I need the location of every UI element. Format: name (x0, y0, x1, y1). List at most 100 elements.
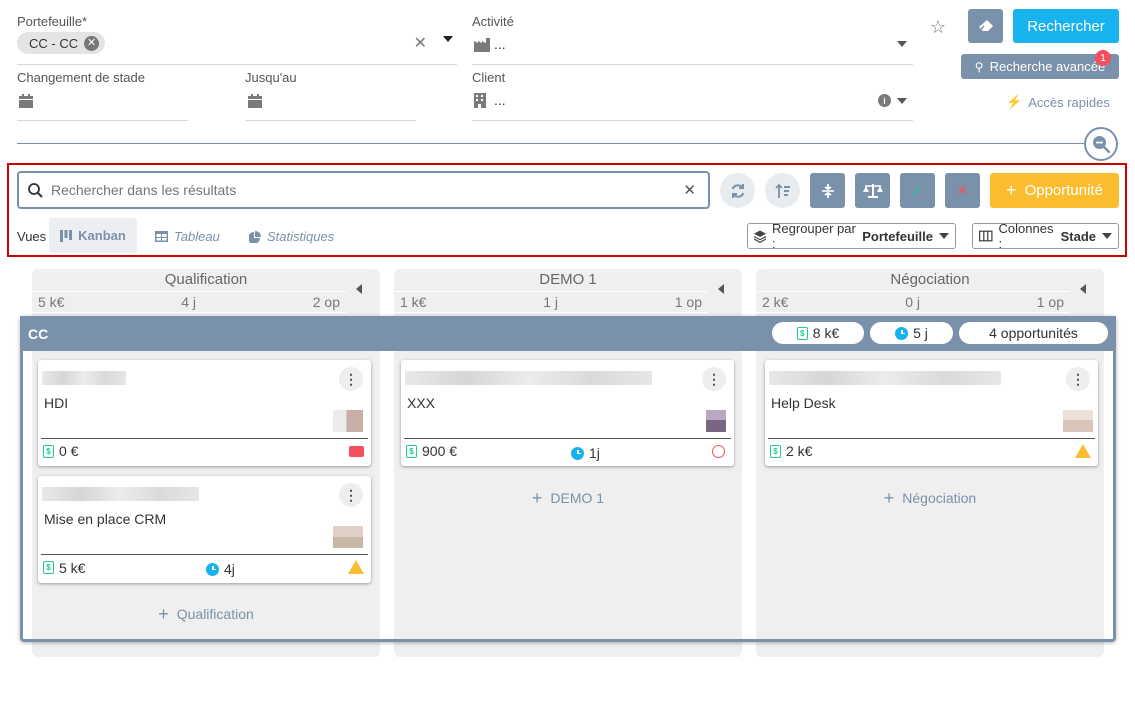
changement-stade-field[interactable] (17, 86, 188, 121)
column-title: Négociation (890, 271, 970, 288)
chip-remove-icon[interactable]: ✕ (84, 35, 100, 51)
balance-button[interactable] (855, 173, 890, 208)
column-amount: 5 k€ (38, 294, 65, 310)
add-card-label: Négociation (902, 490, 977, 506)
advanced-search-label: Recherche avancée (989, 59, 1106, 74)
opportunity-card-xxx[interactable]: ⋮ XXX $ 900 € 1j (401, 360, 734, 466)
column-stats: 1 k€ 1 j 1 op (394, 291, 708, 313)
cross-icon: ✕ (956, 182, 969, 198)
card-days: 4j (224, 561, 235, 577)
view-tab-tableau[interactable]: Tableau (155, 229, 220, 244)
swimlane-days: 5 j (913, 325, 928, 341)
more-options-icon[interactable]: ⋮ (339, 367, 363, 391)
column-days: 1 j (543, 294, 558, 310)
clock-icon (206, 562, 219, 576)
swimlane-header[interactable]: CC $ 8 k€ 5 j 4 opportunités (20, 316, 1116, 351)
plus-icon: + (531, 488, 543, 508)
opportunity-card-help-desk[interactable]: ⋮ Help Desk $ 2 k€ (765, 360, 1098, 466)
columns-icon (979, 230, 993, 242)
collapse-column-icon[interactable] (718, 284, 724, 294)
card-footer: $ 0 € (41, 438, 368, 463)
client-value: ... (494, 92, 506, 108)
add-card-qualification[interactable]: + Qualification (32, 605, 380, 623)
client-caret-icon[interactable] (897, 98, 907, 104)
compress-button[interactable] (810, 173, 845, 208)
portefeuille-chip[interactable]: CC - CC ✕ (17, 32, 106, 54)
swimlane-amount-pill: $ 8 k€ (772, 322, 864, 344)
more-options-icon[interactable]: ⋮ (1066, 367, 1090, 391)
add-card-label: DEMO 1 (550, 490, 605, 506)
eraser-button[interactable] (968, 9, 1003, 43)
reject-button[interactable]: ✕ (945, 173, 980, 208)
jusquau-field[interactable] (245, 86, 416, 121)
view-tab-tableau-label: Tableau (174, 229, 220, 244)
column-stats: 2 k€ 0 j 1 op (756, 291, 1070, 313)
collapse-column-icon[interactable] (1080, 284, 1086, 294)
new-opportunity-button[interactable]: + Opportunité (990, 173, 1119, 208)
client-field[interactable]: ... i (472, 86, 913, 121)
caret-down-icon (939, 233, 949, 239)
add-card-demo-1[interactable]: + DEMO 1 (394, 489, 742, 507)
info-icon[interactable]: i (878, 94, 891, 107)
add-card-label: Qualification (176, 606, 254, 622)
warning-icon (1075, 444, 1091, 458)
card-footer: $ 900 € 1j (404, 438, 731, 463)
results-search-input[interactable] (51, 180, 651, 200)
column-days: 0 j (905, 294, 920, 310)
quick-access-label: Accès rapides (1028, 94, 1110, 110)
plus-icon: + (1006, 180, 1017, 200)
star-icon[interactable]: ☆ (930, 17, 946, 38)
more-options-icon[interactable]: ⋮ (702, 367, 726, 391)
group-by-select[interactable]: Regrouper par : Portefeuille (747, 221, 956, 251)
card-amount: 0 € (59, 443, 79, 459)
portefeuille-field[interactable]: CC - CC ✕ ✕ (17, 30, 457, 65)
table-icon (155, 231, 168, 242)
layers-icon (754, 229, 767, 243)
swimlane-count-pill: 4 opportunités (959, 322, 1108, 344)
swimlane-amount: 8 k€ (812, 325, 840, 341)
calendar-icon (19, 94, 33, 108)
bolt-icon: ⚡ (1006, 94, 1023, 109)
opportunity-card-mise-en-place-crm[interactable]: ⋮ Mise en place CRM $ 5 k€ 4j (38, 476, 371, 583)
view-tab-statistiques[interactable]: Statistiques (249, 229, 334, 244)
column-title: DEMO 1 (539, 271, 597, 288)
clear-icon[interactable]: ✕ (414, 33, 427, 53)
card-days-wrap: 1j (571, 445, 600, 461)
activite-caret-icon[interactable] (897, 41, 907, 47)
column-amount: 1 k€ (400, 294, 427, 310)
quick-access-link[interactable]: ⚡ Accès rapides (1006, 94, 1110, 110)
collapse-column-icon[interactable] (356, 284, 362, 294)
card-footer: $ 2 k€ (768, 438, 1095, 463)
check-icon: ✓ (910, 182, 925, 200)
clear-search-icon[interactable]: ✕ (683, 181, 696, 199)
group-by-label: Regrouper par : (772, 221, 856, 251)
warning-icon (348, 560, 364, 574)
zoom-out-icon (1093, 136, 1110, 153)
columns-select[interactable]: Colonnes : Stade (972, 221, 1119, 251)
results-search-box[interactable]: ✕ (17, 171, 710, 209)
search-button[interactable]: Rechercher (1013, 9, 1119, 43)
activite-field[interactable]: ... (472, 30, 913, 65)
refresh-button[interactable] (720, 173, 755, 208)
activite-value: ... (494, 36, 506, 52)
view-tab-kanban[interactable]: Kanban (49, 218, 137, 253)
sort-button[interactable] (765, 173, 800, 208)
changement-stade-label: Changement de stade (17, 70, 145, 85)
column-stats: 5 k€ 4 j 2 op (32, 291, 346, 313)
opportunity-card-hdi[interactable]: ⋮ HDI $ 0 € (38, 360, 371, 466)
blurred-client-name (42, 371, 126, 385)
balance-scale-icon (862, 183, 883, 198)
swimlane-name: CC (28, 326, 49, 342)
add-card-negociation[interactable]: + Négociation (756, 489, 1104, 507)
portefeuille-label: Portefeuille* (17, 14, 88, 29)
more-options-icon[interactable]: ⋮ (339, 483, 363, 507)
card-title: Help Desk (771, 395, 836, 411)
card-footer: $ 5 k€ 4j (41, 554, 368, 580)
portefeuille-chip-label: CC - CC (29, 35, 79, 51)
collapse-filters-button[interactable] (1084, 127, 1118, 161)
card-days: 1j (589, 445, 600, 461)
validate-button[interactable]: ✓ (900, 173, 935, 208)
dropdown-caret-icon[interactable] (443, 36, 453, 42)
column-title: Qualification (164, 271, 248, 288)
clock-icon (895, 326, 909, 340)
